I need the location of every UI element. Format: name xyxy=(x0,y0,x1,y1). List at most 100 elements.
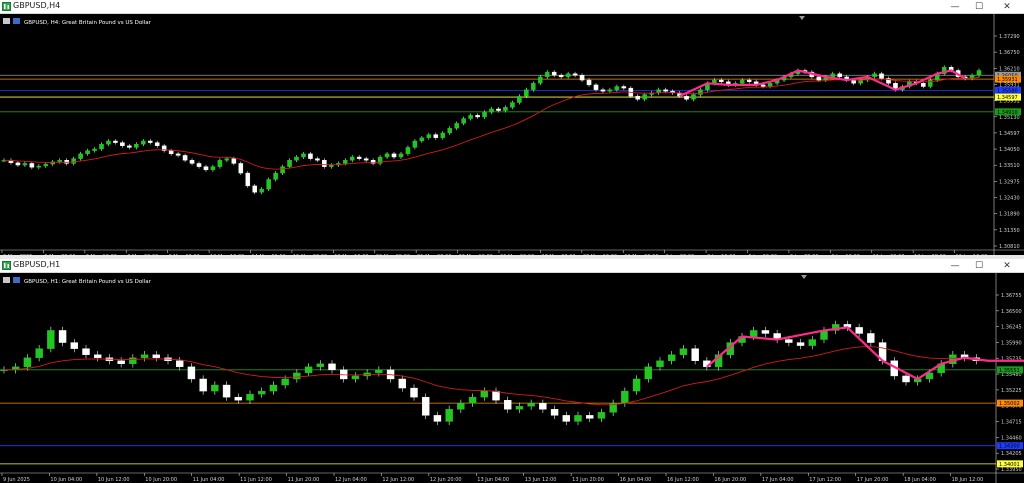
chart-window-h1: GBPUSD,H1 — ☐ ✕ GBPUSD, H1: Great Britai… xyxy=(0,259,1024,483)
minimize-button[interactable]: — xyxy=(944,0,966,14)
candle-body xyxy=(175,360,184,368)
symbol-flag-icon xyxy=(3,18,10,24)
time-label: 13 Jun 04:00 xyxy=(477,477,509,483)
price-chart-h1[interactable]: GBPUSD, H1: Great Britain Pound vs US Do… xyxy=(0,273,1024,483)
price-label: 1.34205 xyxy=(1001,451,1022,457)
time-label: 16 Jun 12:00 xyxy=(667,477,699,483)
candle-body xyxy=(316,363,324,368)
time-label: 12 Jun 20:00 xyxy=(430,477,462,483)
candle-body xyxy=(106,140,111,145)
window-title: GBPUSD,H4 xyxy=(13,1,61,10)
window-titlebar[interactable]: GBPUSD,H1 — ☐ ✕ xyxy=(0,259,1024,273)
candle-body xyxy=(426,134,432,138)
candle-body xyxy=(461,118,466,124)
candle-body xyxy=(23,357,32,368)
chart-icon xyxy=(2,261,11,270)
candle-body xyxy=(644,366,652,380)
candle-body xyxy=(203,166,209,171)
candle-body xyxy=(558,75,564,78)
candle-body xyxy=(129,357,137,364)
candle-body xyxy=(82,348,90,355)
h1-chart-canvas[interactable]: GBPUSD, H1: Great Britain Pound vs US Do… xyxy=(0,273,1024,483)
time-label: 13 Jun 12:00 xyxy=(525,477,557,483)
candle-body xyxy=(281,378,289,386)
candle-body xyxy=(719,79,724,82)
candle-body xyxy=(593,84,599,90)
candle-body xyxy=(266,179,271,190)
candle-body xyxy=(565,73,571,78)
h4-chart-canvas[interactable]: GBPUSD, H4: Great Britain Pound vs US Do… xyxy=(0,14,1024,260)
candle-body xyxy=(668,354,676,361)
maximize-button[interactable]: ☐ xyxy=(968,259,990,273)
candle-body xyxy=(196,163,202,167)
candle-body xyxy=(301,153,306,158)
candle-body xyxy=(78,153,83,159)
candle-body xyxy=(902,375,910,383)
candle-body xyxy=(586,79,592,86)
candle-body xyxy=(475,115,480,118)
price-tag-label: 1.35580 xyxy=(997,88,1018,94)
chart-symbol-label: GBPUSD, H4: Great Britain Pound vs US Do… xyxy=(24,20,152,26)
candle-body xyxy=(329,164,334,167)
candle-body xyxy=(867,333,875,343)
candle-body xyxy=(539,403,547,410)
candle-body xyxy=(351,375,360,380)
candle-body xyxy=(384,153,390,158)
candle-body xyxy=(342,160,348,164)
price-tag-label: 1.35002 xyxy=(999,401,1020,407)
candle-body xyxy=(259,188,264,193)
candle-body xyxy=(480,390,488,398)
chart-shift-marker xyxy=(799,16,805,20)
chart-shift-marker xyxy=(801,275,807,279)
maximize-button[interactable]: ☐ xyxy=(968,0,990,14)
time-label: 11 Jun 12:00 xyxy=(240,477,272,483)
candle-body xyxy=(43,163,49,167)
price-label: 1.34715 xyxy=(1001,420,1022,426)
candle-body xyxy=(496,108,501,111)
candle-body xyxy=(816,76,822,81)
candle-body xyxy=(855,327,863,334)
time-label: 16 Jun 20:00 xyxy=(714,477,746,483)
candle-body xyxy=(70,342,79,349)
price-label: 1.35225 xyxy=(1001,388,1022,394)
time-label: 11 Jun 04:00 xyxy=(193,477,225,483)
candle-body xyxy=(537,76,543,84)
price-label: 1.31350 xyxy=(999,228,1020,234)
candle-body xyxy=(231,158,237,164)
candle-body xyxy=(454,123,459,129)
price-label: 1.32430 xyxy=(999,196,1020,202)
price-label: 1.35990 xyxy=(1001,340,1022,346)
close-button[interactable]: ✕ xyxy=(996,259,1018,273)
price-tag-label: 1.34910 xyxy=(997,110,1018,116)
candle-body xyxy=(510,102,515,108)
candle-body xyxy=(92,148,97,151)
minimize-button[interactable]: — xyxy=(944,259,966,273)
candle-body xyxy=(246,393,254,401)
candle-body xyxy=(607,89,613,92)
time-label: 13 Jun 20:00 xyxy=(572,477,604,483)
candle-body xyxy=(147,140,153,143)
candle-body xyxy=(217,160,223,167)
window-titlebar[interactable]: GBPUSD,H4 — ☐ ✕ xyxy=(0,0,1024,14)
symbol-flag-icon xyxy=(13,18,20,24)
candle-body xyxy=(830,73,836,78)
time-label: 18 Jun 04:00 xyxy=(904,477,936,483)
candle-body xyxy=(252,185,258,193)
candle-body xyxy=(457,403,465,410)
moving-average-line xyxy=(3,76,980,170)
price-chart-h4[interactable]: GBPUSD, H4: Great Britain Pound vs US Do… xyxy=(0,14,1024,260)
price-tag-label: 1.35931 xyxy=(997,77,1018,83)
price-tag-label: 1.34300 xyxy=(999,444,1020,450)
candle-body xyxy=(760,84,766,87)
candle-body xyxy=(551,71,557,76)
candle-body xyxy=(642,94,648,100)
candle-body xyxy=(222,384,231,398)
candle-body xyxy=(287,160,292,167)
close-button[interactable]: ✕ xyxy=(996,0,1018,14)
candle-body xyxy=(597,412,606,419)
candle-body xyxy=(579,75,585,81)
candle-body xyxy=(356,156,362,159)
candle-body xyxy=(152,354,160,358)
candle-body xyxy=(550,409,559,416)
candle-body xyxy=(141,140,146,145)
